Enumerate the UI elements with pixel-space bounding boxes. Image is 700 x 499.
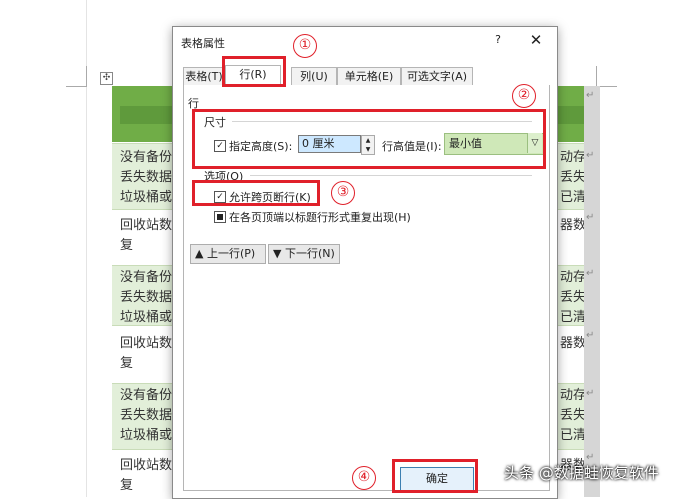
highlight-size-group (192, 109, 546, 169)
step-marker-1: ① (293, 34, 317, 58)
next-row-button[interactable]: ▼ 下一行(N) (268, 244, 340, 264)
tab-cell[interactable]: 单元格(E) (337, 67, 401, 85)
highlight-allow-break (192, 180, 320, 206)
highlight-ok-button (392, 459, 478, 493)
dialog-title: 表格属性 (181, 37, 225, 50)
table-cell-left: 没有备份 丢失数据, 垃圾桶或 (120, 150, 177, 205)
paragraph-mark: ↵ (586, 150, 595, 161)
repeat-header-checkbox[interactable] (214, 211, 226, 223)
table-properties-dialog: 表格属性 ? ✕ 表格(T) 行(R) 列(U) 单元格(E) 可选文字(A) … (172, 26, 558, 499)
repeat-header-label: 在各页顶端以标题行形式重复出现(H) (229, 211, 411, 224)
tab-alt-text[interactable]: 可选文字(A) (401, 67, 473, 85)
tab-table[interactable]: 表格(T) (183, 67, 225, 85)
close-icon[interactable]: ✕ (527, 31, 545, 49)
paragraph-mark: ↵ (586, 90, 595, 101)
paragraph-mark: ↵ (586, 330, 595, 341)
step-marker-4: ④ (352, 466, 376, 490)
paragraph-mark: ↵ (586, 268, 595, 279)
end-of-row-column (584, 86, 600, 497)
previous-row-button[interactable]: ▲ 上一行(P) (190, 244, 266, 264)
paragraph-mark: ↵ (586, 388, 595, 399)
table-cell-left: 没有备份 丢失数据, 垃圾桶或 (120, 270, 177, 325)
highlight-row-tab (222, 56, 286, 87)
table-move-handle-icon[interactable]: ✣ (100, 72, 113, 85)
step-marker-3: ③ (331, 181, 355, 205)
paragraph-mark: ↵ (586, 212, 595, 223)
tab-column[interactable]: 列(U) (291, 67, 337, 85)
table-cell-left: 没有备份 丢失数据, 垃圾桶或 (120, 388, 177, 443)
watermark: 头条 @数据蛙恢复软件 (504, 464, 659, 482)
group-separator (250, 175, 532, 176)
margin-corner-mark (66, 66, 87, 87)
margin-corner-mark (596, 66, 617, 87)
help-icon[interactable]: ? (491, 33, 505, 49)
step-marker-2: ② (512, 84, 536, 108)
